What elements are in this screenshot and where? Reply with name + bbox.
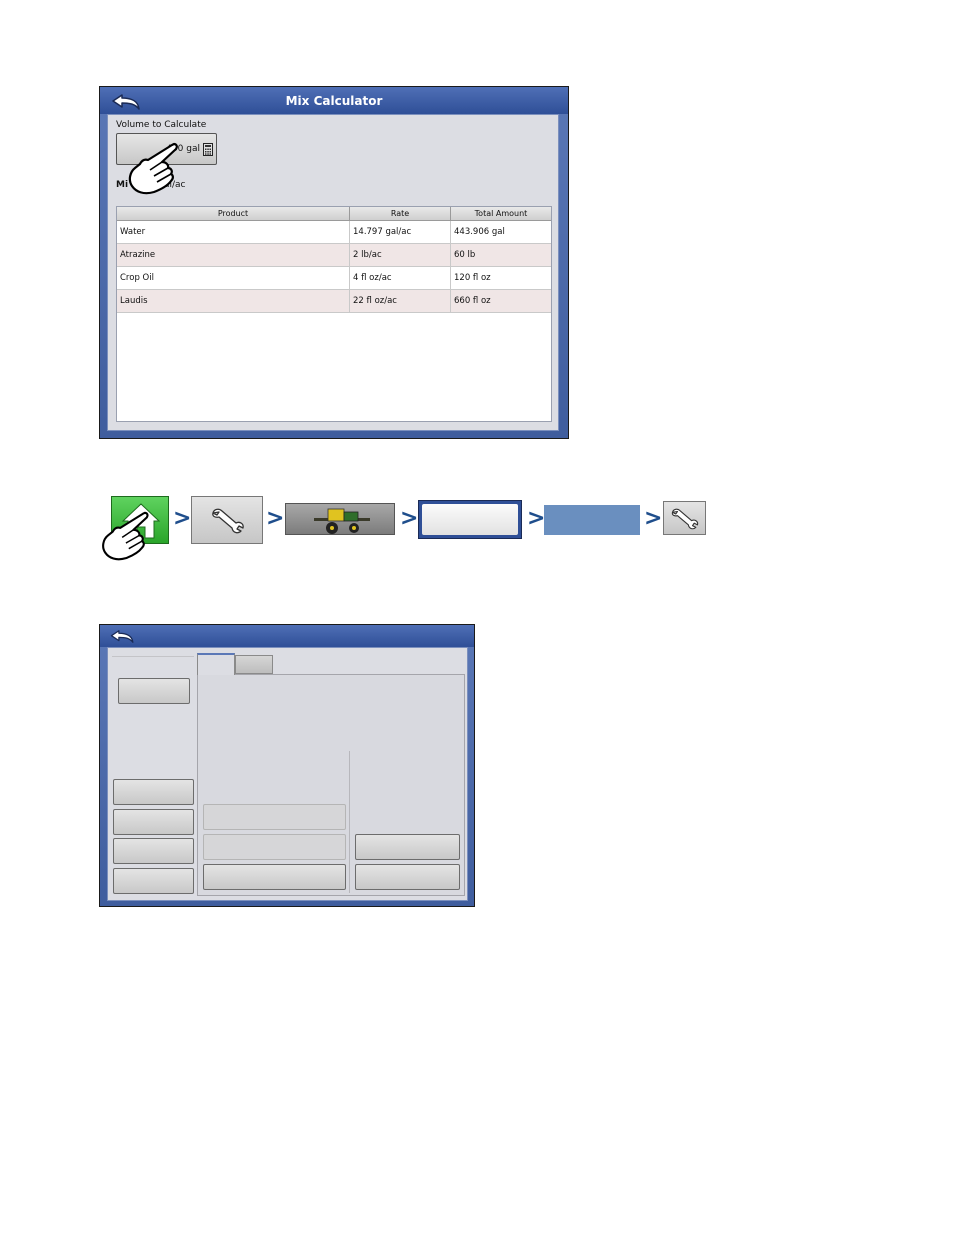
panel-divider xyxy=(349,751,350,893)
pointing-hand-icon xyxy=(102,511,149,561)
column-header-rate: Rate xyxy=(350,207,451,220)
setup-screen xyxy=(99,624,475,907)
chevron-separator: > xyxy=(400,506,419,531)
left-button-1[interactable] xyxy=(113,779,194,805)
calculator-icon xyxy=(203,143,213,156)
volume-label: Volume to Calculate xyxy=(116,120,207,130)
left-button-2[interactable] xyxy=(113,809,194,835)
column-header-product: Product xyxy=(117,207,350,220)
pointing-hand-icon xyxy=(128,142,178,195)
rate-cell: 22 fl oz/ac xyxy=(350,290,451,312)
left-top-button[interactable] xyxy=(118,678,190,704)
tab-1[interactable] xyxy=(197,653,235,675)
total-amount-cell: 120 fl oz xyxy=(454,273,491,283)
panel-button-right-1[interactable] xyxy=(355,834,460,860)
product-cell: Crop Oil xyxy=(117,267,350,289)
rate-cell: 4 fl oz/ac xyxy=(350,267,451,289)
chevron-separator: > xyxy=(644,506,663,531)
table-row[interactable]: Water 14.797 gal/ac 443.906 gal xyxy=(117,221,551,244)
mix-content: Volume to Calculate 450 gal Mi: 15 gal/a… xyxy=(107,114,559,431)
title-bar: Mix Calculator xyxy=(100,87,568,114)
rate-cell: 2 lb/ac xyxy=(350,244,451,266)
back-arrow-icon[interactable] xyxy=(110,92,144,112)
disabled-button-1[interactable] xyxy=(203,804,346,830)
product-cell: Water xyxy=(117,221,350,243)
tab-panel xyxy=(197,674,465,896)
product-cell: Atrazine xyxy=(117,244,350,266)
wrench-icon xyxy=(212,508,244,534)
table-row[interactable]: Atrazine 2 lb/ac 60 lb xyxy=(117,244,551,267)
selected-tab[interactable] xyxy=(544,505,640,535)
left-button-4[interactable] xyxy=(113,868,194,894)
configuration-button[interactable] xyxy=(418,500,522,539)
panel-button-right-2[interactable] xyxy=(355,864,460,890)
back-arrow-icon[interactable] xyxy=(109,628,137,645)
setup-button[interactable] xyxy=(191,496,263,544)
panel-button-left[interactable] xyxy=(203,864,346,890)
product-table: Product Rate Total Amount Water 14.797 g… xyxy=(116,206,552,422)
settings-wrench-button[interactable] xyxy=(663,501,706,535)
total-amount-cell: 60 lb xyxy=(454,250,476,260)
sprayer-button[interactable] xyxy=(285,503,395,535)
sprayer-image-icon xyxy=(314,508,370,534)
total-amount-cell: 443.906 gal xyxy=(454,227,505,237)
wrench-icon xyxy=(671,508,699,530)
table-header: Product Rate Total Amount xyxy=(117,207,551,221)
product-cell: Laudis xyxy=(117,290,350,312)
mix-calculator-screen: Mix Calculator Volume to Calculate 450 g… xyxy=(99,86,569,439)
left-button-3[interactable] xyxy=(113,838,194,864)
page-title: Mix Calculator xyxy=(285,94,383,108)
table-row[interactable]: Crop Oil 4 fl oz/ac 120 fl oz xyxy=(117,267,551,290)
disabled-button-2[interactable] xyxy=(203,834,346,860)
total-amount-cell: 660 fl oz xyxy=(454,296,491,306)
configuration-button-face xyxy=(422,504,518,535)
setup-content xyxy=(107,647,468,901)
table-row[interactable]: Laudis 22 fl oz/ac 660 fl oz xyxy=(117,290,551,313)
title-bar xyxy=(100,625,474,647)
chevron-separator: > xyxy=(527,506,546,531)
rate-cell: 14.797 gal/ac xyxy=(350,221,451,243)
chevron-separator: > xyxy=(266,506,285,531)
column-header-total-amount: Total Amount xyxy=(474,209,528,218)
tab-2[interactable] xyxy=(235,655,273,674)
divider xyxy=(112,656,194,657)
chevron-separator: > xyxy=(173,506,192,531)
